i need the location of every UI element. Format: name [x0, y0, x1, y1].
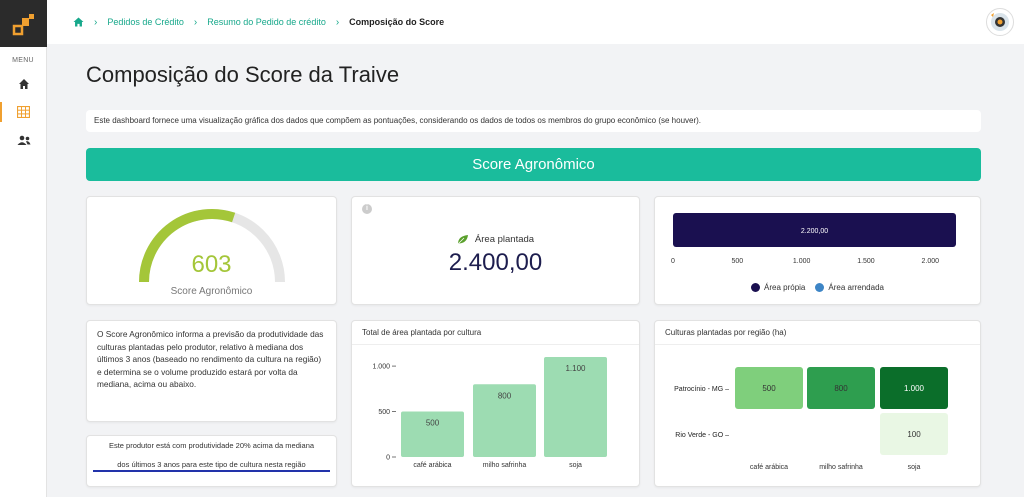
area-plantada-card: i Área plantada 2.400,00	[351, 196, 640, 305]
x-tick-label: café arábica	[413, 462, 451, 469]
chevron-right-icon: ›	[94, 16, 98, 28]
x-tick-label: 1.000	[793, 258, 811, 265]
page-title: Composição do Score da Traive	[86, 62, 400, 87]
cell-label: 800	[834, 384, 848, 393]
home-breadcrumb-icon[interactable]	[73, 17, 84, 27]
productivity-text-line1: Este produtor está com produtividade 20%…	[108, 441, 315, 450]
area-by-crop-title: Total de área plantada por cultura	[352, 321, 639, 345]
x-tick-label: soja	[569, 462, 582, 469]
bar-data-label: 1.100	[565, 364, 586, 373]
breadcrumb-item-pedidos[interactable]: Pedidos de Crédito	[107, 17, 184, 27]
row-label: Patrocínio - MG –	[674, 386, 729, 393]
chevron-right-icon: ›	[193, 16, 198, 28]
breadcrumb: › Pedidos de Crédito › Resumo do Pedido …	[73, 17, 444, 28]
cell-label: 1.000	[904, 384, 925, 393]
y-tick-label: 1.000	[372, 364, 390, 371]
bar-data-label: 500	[426, 419, 440, 428]
productivity-underline	[93, 470, 330, 472]
score-gauge-card: 603 Score Agronômico	[86, 196, 337, 305]
area-breakdown-chart: 2.200,00 0 500 1.000 1.500 2.000	[671, 213, 956, 265]
legend-dot	[815, 283, 825, 292]
sidebar: MENU	[0, 0, 47, 497]
avatar-icon	[991, 13, 1009, 31]
crops-by-region-card: Culturas plantadas por região (ha) Patro…	[654, 320, 981, 487]
score-label: Score Agronômico	[170, 286, 253, 297]
column-label: café arábica	[750, 464, 788, 471]
legend-label: Área própia	[764, 283, 806, 292]
bar-data-label: 800	[498, 391, 512, 400]
cell-label: 100	[907, 430, 921, 439]
topbar: › Pedidos de Crédito › Resumo do Pedido …	[47, 0, 1024, 44]
area-plantada-value: 2.400,00	[448, 249, 543, 276]
menu-label: MENU	[12, 57, 34, 64]
logo[interactable]	[0, 0, 47, 47]
crops-by-region-title: Culturas plantadas por região (ha)	[655, 321, 980, 345]
crops-by-region-chart: Patrocínio - MG – 500 800 1.000 Rio Verde - …	[674, 367, 948, 471]
sidebar-item-home[interactable]	[0, 72, 47, 96]
productivity-card: Este produtor está com produtividade 20%…	[86, 435, 337, 487]
x-tick-label: milho safrinha	[483, 462, 527, 469]
y-tick-label: 500	[378, 409, 390, 416]
users-icon	[17, 135, 30, 145]
x-tick-label: 1.500	[857, 258, 875, 265]
chevron-right-icon: ›	[335, 16, 340, 28]
legend-item-area-arrendada[interactable]: Área arrendada	[815, 283, 884, 292]
logo-icon	[12, 13, 34, 35]
bar-data-label: 2.200,00	[801, 228, 828, 235]
sidebar-item-dashboard[interactable]	[0, 100, 47, 124]
leaf-icon	[457, 235, 468, 245]
cell-label: 500	[762, 384, 776, 393]
legend-item-area-propria[interactable]: Área própia	[751, 283, 805, 292]
area-by-crop-chart: 0 500 1.000 500 café arábica 800 milho safrinh…	[372, 357, 607, 469]
y-tick-label: 0	[386, 455, 390, 462]
breadcrumb-current: Composição do Score	[349, 17, 445, 27]
breadcrumb-item-resumo[interactable]: Resumo do Pedido de crédito	[207, 17, 326, 27]
area-plantada-label: Área plantada	[474, 234, 535, 245]
info-icon[interactable]: i	[362, 204, 372, 214]
x-tick-label: 500	[731, 258, 743, 265]
area-plantada-label-row: Área plantada	[352, 234, 639, 245]
home-icon	[18, 79, 29, 89]
score-banner: Score Agronômico	[86, 148, 981, 181]
area-breakdown-card: 2.200,00 0 500 1.000 1.500 2.000 Área própia …	[654, 196, 981, 305]
area-breakdown-legend: Área própia Área arrendada	[655, 283, 980, 292]
legend-label: Área arrendada	[828, 283, 884, 292]
sidebar-item-users[interactable]	[0, 128, 47, 152]
area-by-crop-card: Total de área plantada por cultura 0 500 1…	[351, 320, 640, 487]
row-label: Rio Verde - GO –	[675, 432, 729, 439]
description-card: O Score Agronômico informa a previsão da…	[86, 320, 337, 422]
x-tick-label: 0	[671, 258, 675, 265]
description-text: O Score Agronômico informa a previsão da…	[97, 329, 324, 389]
x-tick-label: 2.000	[922, 258, 940, 265]
column-label: soja	[908, 464, 921, 471]
legend-dot	[751, 283, 761, 292]
column-label: milho safrinha	[819, 464, 863, 471]
grid-icon	[17, 106, 30, 118]
avatar[interactable]	[986, 8, 1014, 36]
info-text: Este dashboard fornece uma visualização …	[86, 110, 981, 132]
score-value: 603	[191, 251, 232, 278]
